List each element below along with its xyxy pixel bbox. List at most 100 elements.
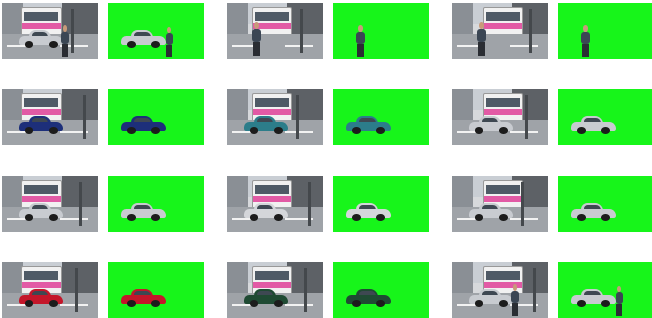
photo-pole	[71, 8, 75, 54]
person-torso	[615, 291, 624, 304]
segmented-pedestrian	[354, 25, 367, 57]
car-wheel	[49, 299, 59, 307]
bus-window	[255, 271, 290, 280]
road-marking	[284, 303, 314, 306]
person-legs	[357, 44, 365, 57]
car-wheel	[151, 126, 161, 134]
photo-pedestrian	[510, 284, 522, 316]
car-wheel	[601, 126, 611, 134]
photo-car	[469, 115, 514, 134]
photo-pole	[299, 8, 303, 54]
road-marking	[509, 44, 539, 47]
person-head	[167, 26, 172, 33]
street-photo	[452, 3, 548, 59]
car-wheel	[126, 299, 136, 307]
car-wheel	[49, 126, 59, 134]
car-wheel	[601, 299, 611, 307]
bus-band	[22, 109, 61, 116]
image-mask-pair	[227, 176, 429, 232]
segmented-car	[571, 115, 616, 134]
bus-window	[24, 271, 59, 280]
segmented-car	[121, 288, 166, 307]
street-photo	[452, 176, 548, 232]
photo-pole	[532, 267, 536, 313]
photo-car	[244, 202, 289, 221]
car-wheel	[151, 299, 161, 307]
bus-band	[252, 196, 292, 203]
street-photo	[227, 89, 323, 145]
person-head	[254, 22, 260, 29]
photo-pedestrian	[475, 22, 488, 56]
photo-car	[19, 115, 64, 134]
car-wheel	[351, 299, 361, 307]
segmentation-mask	[333, 89, 429, 145]
image-mask-pair	[2, 262, 204, 318]
segmented-car	[346, 115, 391, 134]
image-mask-pair	[227, 89, 429, 145]
segmentation-figure-grid	[0, 0, 652, 318]
street-photo	[2, 176, 98, 232]
segmentation-mask	[108, 176, 204, 232]
segmentation-mask	[108, 262, 204, 318]
car-wheel	[274, 299, 284, 307]
road-marking	[59, 217, 89, 220]
bus-window	[486, 185, 520, 194]
car-wheel	[601, 213, 611, 221]
person-torso	[511, 290, 520, 304]
photo-pole	[74, 267, 78, 313]
person-legs	[253, 42, 261, 56]
street-photo	[2, 3, 98, 59]
photo-pole	[521, 181, 525, 227]
image-mask-pair	[452, 89, 652, 145]
bus-window	[255, 185, 290, 194]
car-wheel	[249, 213, 259, 221]
bus-window	[486, 98, 520, 107]
bus-window	[486, 12, 520, 21]
person-head	[513, 284, 518, 291]
photo-building	[452, 3, 474, 34]
person-legs	[582, 44, 590, 57]
photo-car	[244, 288, 289, 307]
photo-bus	[482, 7, 524, 37]
segmentation-mask	[558, 89, 652, 145]
image-mask-pair	[227, 3, 429, 59]
segmented-car	[571, 288, 616, 307]
person-head	[479, 22, 485, 29]
photo-car	[469, 202, 514, 221]
photo-pedestrian	[250, 22, 263, 56]
car-wheel	[49, 40, 59, 48]
car-wheel	[499, 299, 509, 307]
segmentation-mask	[333, 262, 429, 318]
photo-pole	[82, 94, 86, 140]
bus-band	[22, 196, 61, 203]
car-wheel	[126, 126, 136, 134]
car-wheel	[376, 213, 386, 221]
street-photo	[452, 89, 548, 145]
bus-window	[486, 271, 520, 280]
bus-band	[252, 282, 292, 289]
photo-building	[61, 262, 98, 293]
segmentation-mask	[333, 3, 429, 59]
segmentation-mask	[108, 89, 204, 145]
car-wheel	[249, 126, 259, 134]
street-photo	[227, 3, 323, 59]
street-photo	[2, 89, 98, 145]
car-wheel	[376, 126, 386, 134]
street-photo	[227, 262, 323, 318]
person-legs	[616, 303, 623, 316]
bus-band	[22, 282, 61, 289]
bus-window	[24, 98, 59, 107]
person-legs	[62, 44, 69, 57]
car-wheel	[576, 213, 586, 221]
photo-pedestrian	[60, 25, 72, 57]
segmentation-mask	[558, 176, 652, 232]
photo-building	[61, 89, 98, 120]
car-wheel	[499, 213, 509, 221]
segmented-car	[571, 202, 616, 221]
car-wheel	[351, 126, 361, 134]
segmented-car	[346, 202, 391, 221]
segmented-car	[121, 202, 166, 221]
car-wheel	[24, 213, 34, 221]
car-wheel	[499, 126, 509, 134]
car-wheel	[151, 213, 161, 221]
